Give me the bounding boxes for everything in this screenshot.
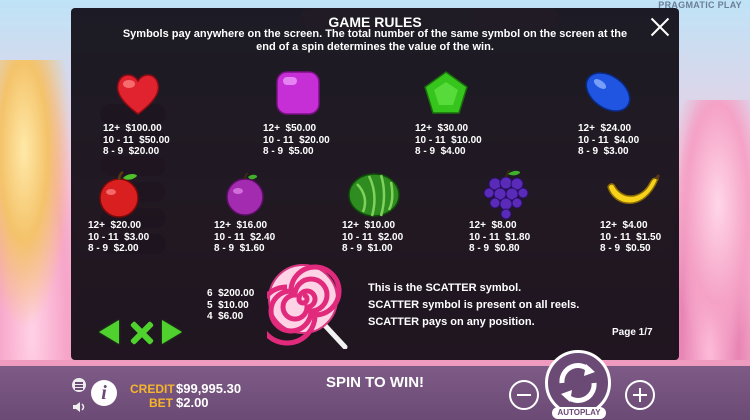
next-page-arrow-icon[interactable] — [162, 320, 182, 344]
increase-bet-button[interactable] — [625, 380, 655, 410]
paytable-grapes: 12+ $8.00 10 - 11 $1.80 8 - 9 $0.80 — [469, 220, 531, 254]
credit-value: $99,995.30 — [176, 381, 242, 396]
scatter-line1: This is the SCATTER symbol. — [368, 282, 522, 294]
red-heart-icon — [111, 66, 166, 121]
autoplay-button[interactable]: AUTOPLAY — [552, 407, 606, 419]
rules-description-line2: end of a spin determines the value of th… — [256, 41, 494, 53]
grapes-icon — [481, 168, 531, 220]
previous-page-arrow-icon[interactable] — [99, 320, 119, 344]
paytable-apple: 12+ $20.00 10 - 11 $3.00 8 - 9 $2.00 — [88, 220, 150, 254]
blue-oval-icon — [582, 66, 634, 118]
paytable-green-pentagon: 12+ $30.00 10 - 11 $10.00 8 - 9 $4.00 — [415, 123, 482, 157]
close-rules-x-icon[interactable] — [128, 319, 156, 347]
decrease-bet-button[interactable] — [509, 380, 539, 410]
paytable-red-heart: 12+ $100.00 10 - 11 $50.00 8 - 9 $20.00 — [103, 123, 170, 157]
scatter-line2: SCATTER symbol is present on all reels. — [368, 299, 580, 311]
candy-background-right — [670, 100, 750, 360]
paytable-blue-oval: 12+ $24.00 10 - 11 $4.00 8 - 9 $3.00 — [578, 123, 640, 157]
menu-icon[interactable] — [72, 378, 86, 392]
watermelon-icon — [347, 172, 401, 218]
plum-icon — [221, 170, 269, 218]
spin-message: SPIN TO WIN! — [325, 374, 425, 391]
paytable-purple-square: 12+ $50.00 10 - 11 $20.00 8 - 9 $5.00 — [263, 123, 330, 157]
banana-icon — [604, 173, 662, 215]
lollipop-scatter-icon — [267, 261, 355, 349]
apple-icon — [93, 168, 145, 220]
candy-background-left — [0, 60, 80, 360]
paytable-plum: 12+ $16.00 10 - 11 $2.40 8 - 9 $1.60 — [214, 220, 276, 254]
green-pentagon-icon — [421, 68, 471, 118]
close-button[interactable] — [647, 14, 673, 40]
rules-description-line1: Symbols pay anywhere on the screen. The … — [122, 28, 628, 40]
info-icon[interactable]: i — [91, 380, 117, 406]
paytable-watermelon: 12+ $10.00 10 - 11 $2.00 8 - 9 $1.00 — [342, 220, 404, 254]
scatter-line3: SCATTER pays on any position. — [368, 316, 535, 328]
purple-square-icon — [273, 68, 323, 118]
credit-label: CREDIT — [130, 382, 175, 396]
speaker-icon[interactable] — [72, 400, 86, 412]
bet-label: BET — [149, 396, 173, 410]
spin-arrows-icon — [559, 363, 597, 403]
rules-description: Symbols pay anywhere on the screen. The … — [111, 28, 639, 54]
bet-value: $2.00 — [176, 395, 209, 410]
paytable-scatter: 6 $200.00 5 $10.00 4 $6.00 — [207, 288, 255, 322]
paytable-banana: 12+ $4.00 10 - 11 $1.50 8 - 9 $0.50 — [600, 220, 662, 254]
scatter-description: This is the SCATTER symbol. SCATTER symb… — [368, 280, 579, 331]
page-indicator: Page 1/7 — [612, 327, 653, 338]
game-rules-panel: GAME RULES Symbols pay anywhere on the s… — [71, 8, 679, 360]
